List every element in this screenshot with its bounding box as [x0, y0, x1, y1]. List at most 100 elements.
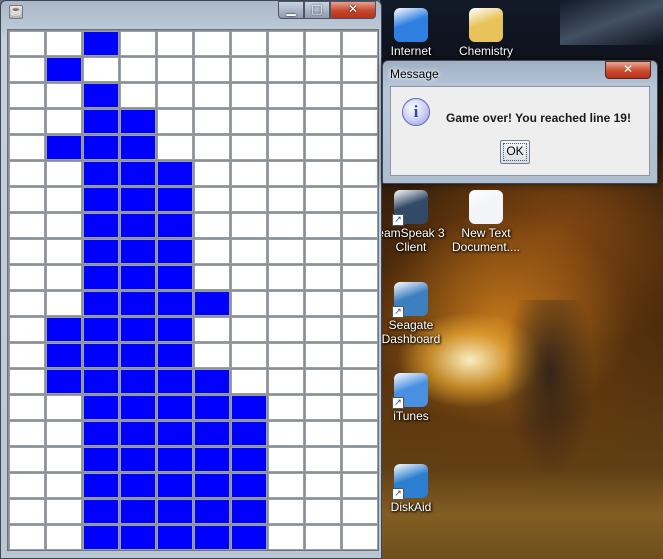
board-cell-filled [157, 447, 193, 472]
board-cell-filled [83, 187, 119, 212]
java-app-icon[interactable]: ☕ [9, 5, 23, 19]
board-cell-empty [194, 317, 230, 342]
close-icon: ✕ [622, 62, 634, 76]
info-icon: i [402, 98, 430, 126]
board-cell-empty [268, 447, 304, 472]
board-cell-filled [120, 213, 156, 238]
board-cell-filled [120, 317, 156, 342]
board-cell-empty [9, 161, 45, 186]
board-cell-empty [46, 499, 82, 524]
board-cell-empty [342, 135, 378, 160]
board-cell-filled [194, 291, 230, 316]
board-cell-empty [9, 109, 45, 134]
board-cell-empty [305, 421, 341, 446]
wallpaper-creature [505, 300, 595, 480]
board-cell-empty [46, 421, 82, 446]
board-cell-filled [83, 161, 119, 186]
message-dialog: Message ✕ i Game over! You reached line … [382, 60, 658, 184]
board-cell-empty [268, 473, 304, 498]
maximize-button[interactable]: □ [304, 1, 330, 19]
desktop-icon-seagate-dashboard[interactable]: ↗ Seagate Dashboard [372, 282, 450, 346]
board-cell-empty [305, 213, 341, 238]
desktop-icon-diskaid[interactable]: ↗ DiskAid [372, 464, 450, 514]
minimize-button[interactable]: ▁ [278, 1, 304, 19]
board-cell-filled [194, 421, 230, 446]
board-cell-empty [9, 239, 45, 264]
board-cell-empty [268, 239, 304, 264]
board-cell-filled [120, 369, 156, 394]
board-cell-empty [9, 317, 45, 342]
board-cell-empty [231, 291, 267, 316]
board-cell-empty [9, 447, 45, 472]
board-cell-filled [120, 343, 156, 368]
maximize-icon: □ [311, 2, 323, 16]
board-cell-filled [83, 213, 119, 238]
board-cell-filled [83, 109, 119, 134]
internet-explorer-icon [394, 8, 428, 42]
board-cell-empty [268, 213, 304, 238]
board-cell-empty [305, 473, 341, 498]
board-cell-empty [194, 31, 230, 56]
board-cell-empty [231, 109, 267, 134]
board-cell-filled [83, 239, 119, 264]
board-cell-filled [157, 317, 193, 342]
game-titlebar[interactable]: ☕ ▁ □ ✕ [1, 1, 381, 23]
board-cell-filled [157, 213, 193, 238]
board-cell-filled [157, 369, 193, 394]
board-cell-empty [305, 265, 341, 290]
board-cell-empty [194, 57, 230, 82]
board-cell-empty [194, 239, 230, 264]
minimize-icon: ▁ [286, 2, 296, 16]
board-cell-empty [46, 187, 82, 212]
game-board [7, 29, 379, 551]
ok-button[interactable]: OK [500, 140, 530, 164]
board-cell-empty [268, 31, 304, 56]
desktop-icon-chemistry[interactable]: Chemistry [447, 8, 525, 58]
board-cell-empty [194, 213, 230, 238]
shortcut-arrow-icon: ↗ [392, 214, 404, 226]
board-cell-filled [83, 135, 119, 160]
board-cell-filled [194, 369, 230, 394]
desktop-icon-teamspeak[interactable]: ↗ eamSpeak 3 Client [372, 190, 450, 254]
board-cell-empty [46, 447, 82, 472]
board-cell-filled [83, 369, 119, 394]
board-cell-filled [46, 317, 82, 342]
board-cell-filled [231, 421, 267, 446]
board-cell-empty [46, 525, 82, 550]
board-cell-filled [231, 525, 267, 550]
board-cell-empty [231, 83, 267, 108]
board-cell-filled [83, 473, 119, 498]
board-cell-empty [342, 421, 378, 446]
desktop-icon-label: iTunes [393, 409, 429, 423]
dialog-close-button[interactable]: ✕ [605, 61, 651, 79]
board-cell-empty [268, 525, 304, 550]
board-cell-filled [83, 525, 119, 550]
board-cell-empty [342, 83, 378, 108]
board-cell-empty [342, 31, 378, 56]
desktop-icon-label: eamSpeak 3 Client [377, 226, 445, 254]
board-cell-filled [83, 421, 119, 446]
board-cell-filled [120, 499, 156, 524]
board-cell-filled [194, 395, 230, 420]
board-cell-empty [268, 317, 304, 342]
board-cell-filled [83, 447, 119, 472]
board-cell-empty [268, 369, 304, 394]
close-button[interactable]: ✕ [330, 1, 376, 19]
desktop-icon-itunes[interactable]: ↗ iTunes [372, 373, 450, 423]
board-cell-filled [157, 265, 193, 290]
board-cell-filled [194, 499, 230, 524]
board-cell-empty [157, 135, 193, 160]
board-cell-empty [342, 109, 378, 134]
board-cell-empty [342, 239, 378, 264]
board-cell-filled [120, 291, 156, 316]
dialog-title: Message [390, 67, 439, 81]
close-icon: ✕ [347, 2, 359, 16]
desktop-icon-internet[interactable]: Internet [372, 8, 450, 58]
board-cell-empty [305, 83, 341, 108]
board-cell-empty [231, 317, 267, 342]
board-cell-empty [268, 187, 304, 212]
board-cell-filled [120, 395, 156, 420]
board-cell-empty [194, 187, 230, 212]
desktop-icon-new-text-document[interactable]: New Text Document.... [447, 190, 525, 254]
board-cell-empty [9, 187, 45, 212]
